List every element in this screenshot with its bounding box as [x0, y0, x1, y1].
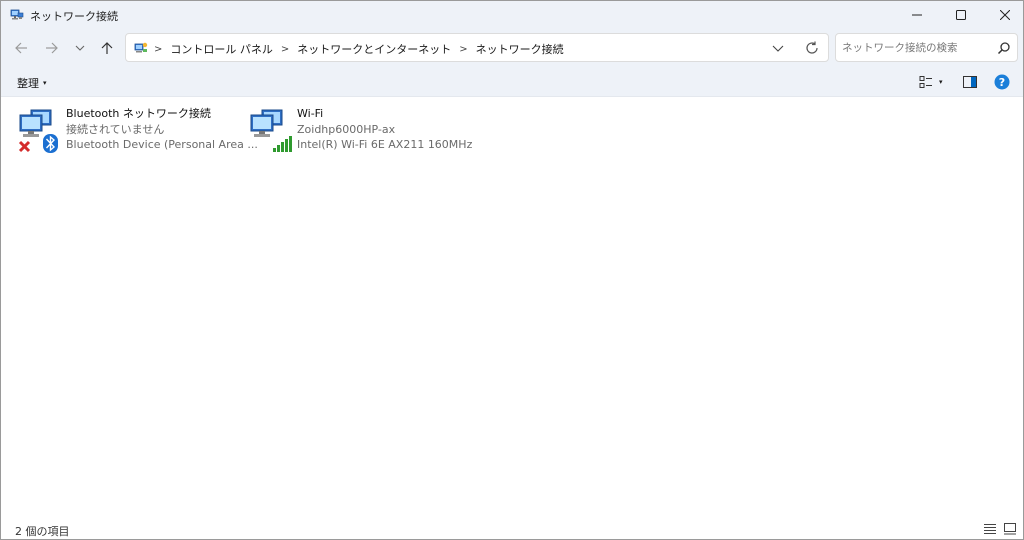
organize-button[interactable]: 整理 ▾	[17, 75, 47, 91]
wifi-network-icon	[248, 106, 296, 154]
maximize-button[interactable]	[939, 1, 983, 29]
item-count: 2 個の項目	[15, 525, 70, 538]
close-icon	[1000, 10, 1010, 20]
connection-name: Wi-Fi	[297, 107, 324, 120]
maximize-icon	[956, 10, 966, 20]
minimize-button[interactable]	[895, 1, 939, 29]
connection-name: Bluetooth ネットワーク接続	[66, 107, 211, 120]
connection-status: Zoidhp6000HP-ax	[297, 122, 396, 136]
chevron-down-icon	[772, 45, 784, 52]
change-view-button[interactable]: ▾	[919, 74, 947, 90]
up-button[interactable]	[97, 38, 117, 58]
control-panel-icon	[134, 41, 148, 55]
navigation-bar: > コントロール パネル > ネットワークとインターネット > ネットワーク接続	[1, 29, 1023, 67]
breadcrumb-separator-icon[interactable]: >	[281, 44, 289, 55]
large-icons-view-button[interactable]	[1003, 523, 1017, 535]
breadcrumb: > コントロール パネル > ネットワークとインターネット > ネットワーク接続	[154, 41, 564, 57]
arrow-left-icon	[15, 42, 27, 54]
title-bar[interactable]: ネットワーク接続	[1, 1, 1023, 29]
refresh-button[interactable]	[804, 40, 820, 56]
breadcrumb-separator-icon[interactable]: >	[459, 44, 467, 55]
forward-button[interactable]	[42, 38, 62, 58]
command-bar: 整理 ▾ ▾ ?	[1, 67, 1023, 97]
bluetooth-network-icon	[17, 106, 65, 154]
connection-device: Intel(R) Wi-Fi 6E AX211 160MHz	[297, 138, 473, 151]
refresh-icon	[806, 41, 818, 54]
arrow-right-icon	[46, 42, 58, 54]
tiles-view-icon	[1004, 523, 1016, 535]
address-history-dropdown[interactable]	[771, 41, 785, 55]
explorer-window: ネットワーク接続 > コントロール パネル > ネットワークとインターネット >…	[0, 0, 1024, 540]
connection-device: Bluetooth Device (Personal Area ...	[66, 138, 258, 151]
back-button[interactable]	[11, 38, 31, 58]
connection-status: 接続されていません	[66, 122, 165, 136]
details-view-icon	[984, 524, 996, 534]
help-button[interactable]: ?	[994, 74, 1010, 90]
breadcrumb-control-panel[interactable]: コントロール パネル	[170, 41, 273, 57]
svg-text:?: ?	[999, 76, 1005, 89]
search-icon[interactable]	[997, 41, 1011, 55]
search-box[interactable]	[835, 33, 1018, 62]
connections-list: Bluetooth ネットワーク接続 接続されていません Bluetooth D…	[1, 98, 1023, 516]
minimize-icon	[912, 14, 922, 16]
breadcrumb-network-connections[interactable]: ネットワーク接続	[476, 41, 564, 57]
item-texts: Bluetooth ネットワーク接続 接続されていません Bluetooth D…	[66, 106, 258, 153]
breadcrumb-network-internet[interactable]: ネットワークとインターネット	[297, 41, 451, 57]
preview-pane-button[interactable]	[963, 75, 977, 89]
address-bar[interactable]: > コントロール パネル > ネットワークとインターネット > ネットワーク接続	[125, 33, 829, 62]
caret-down-icon: ▾	[939, 78, 943, 86]
preview-pane-icon	[963, 76, 977, 88]
organize-label: 整理	[17, 77, 39, 90]
status-bar: 2 個の項目	[1, 517, 1023, 539]
search-input[interactable]	[842, 40, 992, 56]
window-title: ネットワーク接続	[30, 10, 118, 23]
item-texts: Wi-Fi Zoidhp6000HP-ax Intel(R) Wi-Fi 6E …	[297, 106, 472, 153]
arrow-up-icon	[101, 42, 113, 54]
network-connections-icon	[10, 8, 24, 22]
chevron-down-icon	[75, 45, 85, 51]
details-view-button[interactable]	[983, 523, 997, 535]
list-item-wifi[interactable]: Wi-Fi Zoidhp6000HP-ax Intel(R) Wi-Fi 6E …	[246, 103, 472, 155]
view-options-icon	[919, 76, 932, 88]
close-button[interactable]	[983, 1, 1023, 29]
help-icon: ?	[994, 74, 1010, 90]
recent-locations-button[interactable]	[70, 38, 90, 58]
list-item-bluetooth[interactable]: Bluetooth ネットワーク接続 接続されていません Bluetooth D…	[15, 103, 258, 155]
caret-down-icon: ▾	[43, 79, 47, 87]
breadcrumb-separator-icon[interactable]: >	[154, 44, 162, 55]
